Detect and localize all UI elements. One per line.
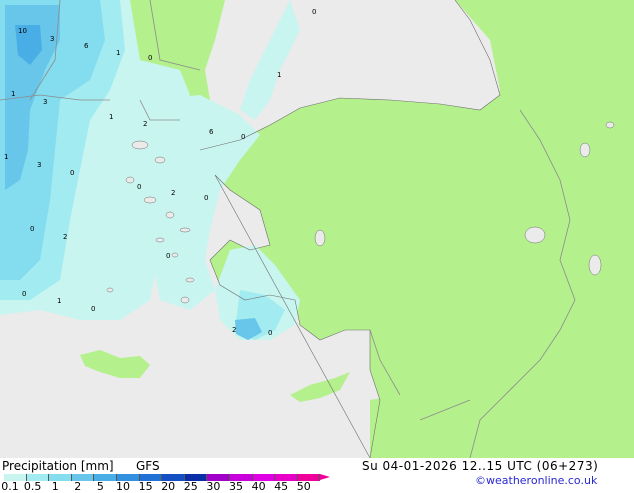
svg-text:1: 1: [277, 71, 281, 79]
svg-text:1: 1: [11, 90, 15, 98]
svg-text:0: 0: [312, 8, 316, 16]
forecast-datetime: Su 04-01-2026 12..15 UTC (06+273): [362, 459, 599, 473]
legend-tick-label: 25: [183, 480, 198, 493]
legend-tick-label: 0.1: [1, 480, 19, 493]
legend-tick-label: 15: [138, 480, 153, 493]
svg-text:3: 3: [43, 98, 47, 106]
legend-tick-label: 35: [229, 480, 243, 493]
legend-arrow: [320, 474, 331, 480]
svg-text:2: 2: [171, 189, 175, 197]
svg-text:0: 0: [268, 329, 272, 337]
svg-text:1: 1: [116, 49, 120, 57]
svg-text:1: 1: [109, 113, 113, 121]
legend-tick-label: 20: [161, 480, 176, 493]
svg-text:0: 0: [70, 169, 74, 177]
svg-text:3: 3: [50, 35, 54, 43]
svg-text:2: 2: [143, 120, 147, 128]
svg-text:0: 0: [137, 183, 141, 191]
svg-text:0: 0: [241, 133, 245, 141]
svg-text:0: 0: [148, 54, 152, 62]
svg-text:2: 2: [63, 233, 67, 241]
svg-text:0: 0: [91, 305, 95, 313]
svg-text:10: 10: [18, 27, 27, 35]
svg-text:2: 2: [232, 326, 236, 334]
legend-tick-label: 2: [74, 480, 82, 493]
svg-text:3: 3: [37, 161, 41, 169]
legend-tick-label: 5: [96, 480, 104, 493]
svg-text:6: 6: [84, 42, 89, 50]
credit-link[interactable]: ©weatheronline.co.uk: [475, 474, 597, 488]
legend-tick-label: 0.5: [23, 480, 42, 493]
svg-text:0: 0: [204, 194, 208, 202]
svg-text:0: 0: [22, 290, 26, 298]
chart-title: Precipitation [mm]: [2, 459, 114, 473]
legend-tick-label: 1: [51, 480, 59, 493]
precipitation-map: 10 3 6 1 0 0 1 1 3 1 2 6 0 1 3 0 0 2 0 0…: [0, 0, 634, 458]
legend-tick-label: 10: [116, 480, 130, 493]
legend-panel: Precipitation [mm] GFS Su 04-01-2026 12.…: [0, 458, 634, 490]
legend-tick-label: 50: [296, 480, 311, 493]
legend-tick-label: 30: [206, 480, 221, 493]
model-name: GFS: [136, 459, 160, 473]
svg-text:6: 6: [209, 128, 214, 136]
svg-text:0: 0: [30, 225, 34, 233]
svg-text:1: 1: [4, 153, 8, 161]
svg-text:0: 0: [166, 252, 170, 260]
svg-text:1: 1: [57, 297, 61, 305]
legend-tick-label: 40: [251, 480, 266, 493]
legend-tick-label: 45: [274, 480, 289, 493]
